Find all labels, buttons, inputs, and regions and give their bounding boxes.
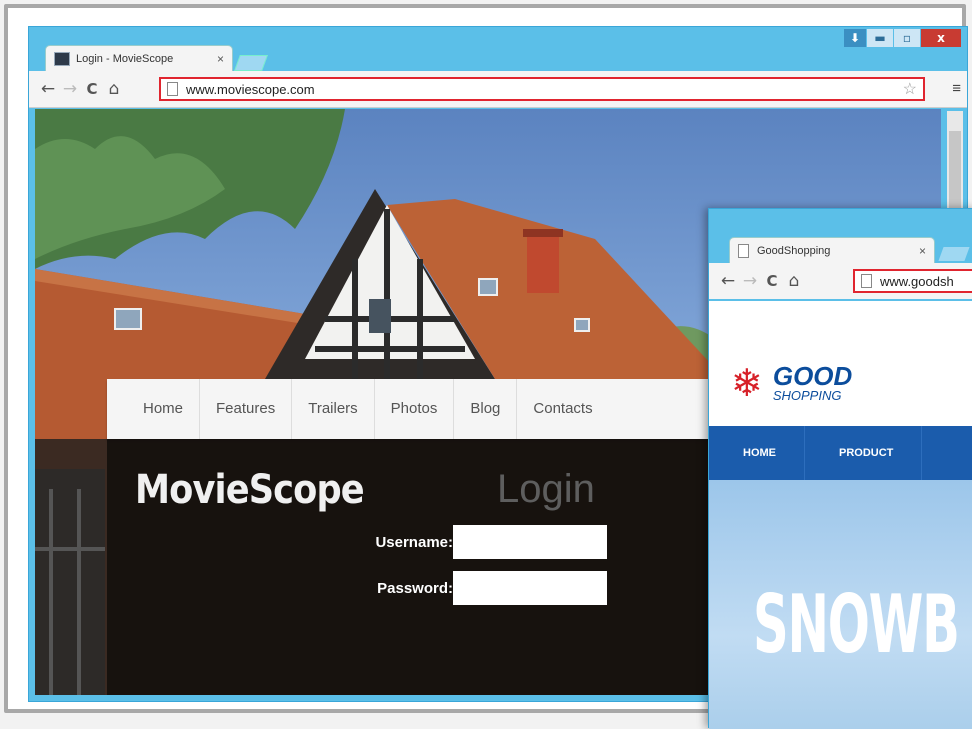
shop-hero-banner[interactable]: SNOWB bbox=[709, 480, 972, 729]
login-panel: MovieScope Login Username: Password: bbox=[107, 439, 727, 695]
moviescope-favicon-icon bbox=[54, 51, 70, 66]
site-logo: MovieScope bbox=[135, 467, 365, 513]
tab-title: Login - MovieScope bbox=[76, 52, 174, 65]
browser-toolbar: ← → C ⌂ www.goodsh bbox=[709, 263, 972, 299]
new-tab-button[interactable] bbox=[938, 247, 970, 261]
login-heading: Login bbox=[497, 467, 595, 511]
close-tab-icon[interactable]: × bbox=[217, 52, 224, 66]
new-tab-button[interactable] bbox=[234, 55, 268, 71]
maximize-button[interactable]: ▫ bbox=[894, 29, 920, 47]
reload-icon[interactable]: C bbox=[761, 272, 783, 290]
home-icon[interactable]: ⌂ bbox=[103, 79, 125, 99]
page-icon bbox=[861, 274, 872, 288]
tab-goodshopping[interactable]: GoodShopping × bbox=[729, 237, 935, 263]
logo-text-shopping: SHOPPING bbox=[772, 388, 842, 403]
back-arrow-icon[interactable]: ← bbox=[37, 79, 59, 99]
password-input[interactable] bbox=[453, 571, 607, 605]
menu-icon[interactable]: ≡ bbox=[952, 80, 961, 97]
minimize-button[interactable]: ▬ bbox=[867, 29, 893, 47]
close-tab-icon[interactable]: × bbox=[919, 244, 926, 258]
username-row: Username: bbox=[369, 525, 607, 559]
close-window-button[interactable]: x bbox=[921, 29, 961, 47]
nav-features[interactable]: Features bbox=[200, 379, 293, 439]
forward-arrow-icon[interactable]: → bbox=[739, 271, 761, 291]
back-arrow-icon[interactable]: ← bbox=[717, 271, 739, 291]
bookmark-star-icon[interactable]: ☆ bbox=[903, 79, 917, 99]
nav-contacts[interactable]: Contacts bbox=[517, 379, 608, 439]
password-label: Password: bbox=[377, 579, 453, 597]
home-icon[interactable]: ⌂ bbox=[783, 271, 805, 291]
tab-moviescope[interactable]: Login - MovieScope × bbox=[45, 45, 233, 71]
logo-text-good: GOOD bbox=[772, 361, 853, 391]
username-input[interactable] bbox=[453, 525, 607, 559]
address-url: www.moviescope.com bbox=[186, 81, 315, 97]
password-row: Password: bbox=[369, 571, 607, 605]
nav-home[interactable]: Home bbox=[127, 379, 201, 439]
shop-nav-product[interactable]: PRODUCT bbox=[805, 426, 923, 480]
hero-title: SNOWB bbox=[753, 578, 960, 671]
window-controls: ⬇ ▬ ▫ x bbox=[844, 29, 961, 49]
address-bar[interactable]: www.goodsh bbox=[853, 269, 972, 293]
goodshopping-browser-window: GoodShopping × ← → C ⌂ www.goodsh ❄ GOOD… bbox=[708, 208, 972, 729]
address-bar[interactable]: www.moviescope.com ☆ bbox=[159, 77, 925, 101]
shop-navigation: HOME PRODUCT bbox=[709, 426, 972, 480]
tab-title: GoodShopping bbox=[757, 244, 831, 257]
nav-photos[interactable]: Photos bbox=[375, 379, 455, 439]
nav-trailers[interactable]: Trailers bbox=[292, 379, 375, 439]
goodshopping-page: ❄ GOOD SHOPPING HOME PRODUCT SNOWB bbox=[709, 301, 972, 729]
username-label: Username: bbox=[375, 533, 453, 551]
site-navigation: Home Features Trailers Photos Blog Conta… bbox=[107, 379, 727, 439]
goodshopping-logo[interactable]: ❄ GOOD SHOPPING bbox=[731, 363, 852, 403]
reload-icon[interactable]: C bbox=[81, 80, 103, 98]
shop-nav-home[interactable]: HOME bbox=[709, 426, 805, 480]
browser-toolbar: ← → C ⌂ www.moviescope.com ☆ ≡ bbox=[29, 71, 967, 108]
nav-blog[interactable]: Blog bbox=[454, 379, 518, 439]
forward-arrow-icon[interactable]: → bbox=[59, 79, 81, 99]
page-icon bbox=[167, 82, 178, 96]
address-url: www.goodsh bbox=[880, 273, 954, 289]
snowflake-icon: ❄ bbox=[731, 361, 763, 405]
page-icon bbox=[738, 243, 749, 258]
download-icon[interactable]: ⬇ bbox=[844, 29, 866, 47]
